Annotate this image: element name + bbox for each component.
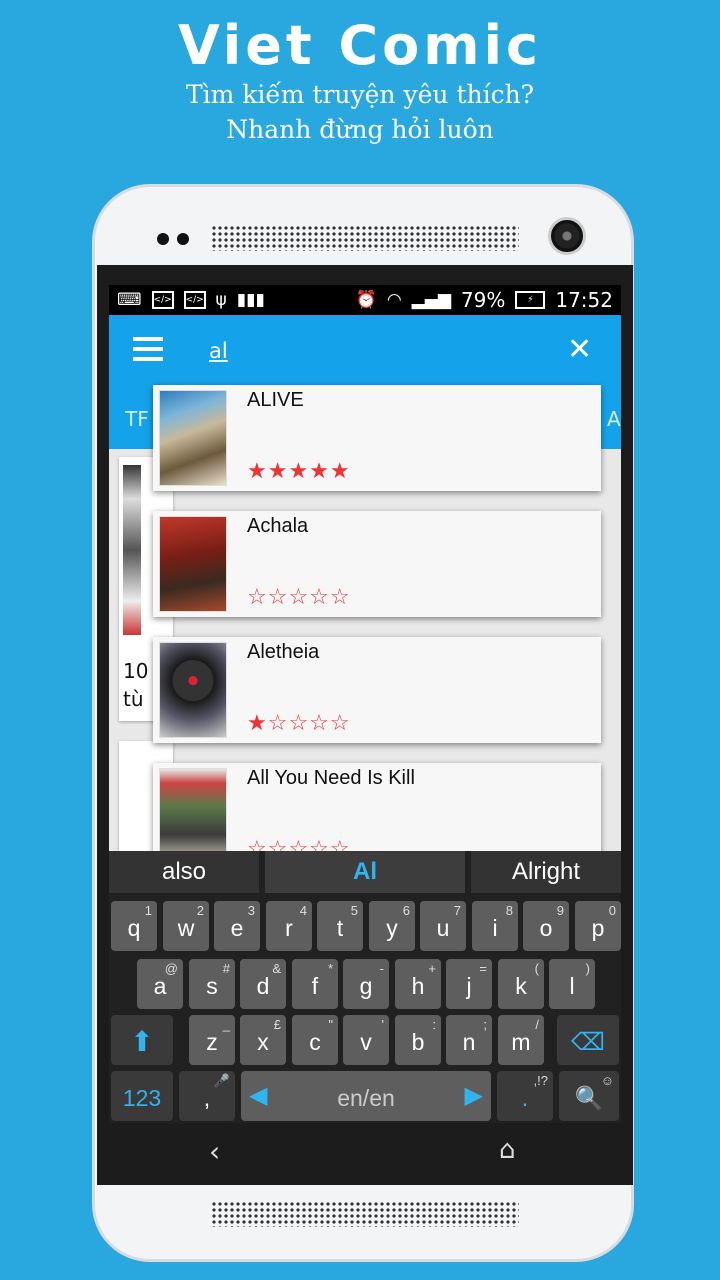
suggestion-also[interactable]: also (109, 851, 259, 893)
key-v[interactable]: v ' (343, 1015, 389, 1065)
suggestion-alright[interactable]: Alright (471, 851, 621, 893)
backspace-key[interactable]: ⌫ (557, 1015, 619, 1065)
back-icon[interactable]: ‹ (209, 1135, 220, 1168)
key-o[interactable]: o9 (523, 901, 569, 951)
hamburger-menu-icon[interactable] (133, 337, 163, 361)
card-text: 10 (123, 659, 149, 683)
search-icon: 🔍 (574, 1085, 604, 1111)
key-u[interactable]: u7 (420, 901, 466, 951)
result-title: ALIVE (247, 389, 304, 411)
rating-stars: ★★★★★ (247, 459, 351, 484)
promo-subtitle-line1: Tìm kiếm truyện yêu thích? (185, 80, 535, 109)
comic-cover (159, 516, 227, 612)
rating-stars: ☆☆☆☆☆ (247, 837, 351, 852)
key-x[interactable]: x £ (240, 1015, 286, 1065)
key-r[interactable]: r4 (266, 901, 312, 951)
arrow-left-icon: ◀ (249, 1082, 268, 1109)
promo-title: Viet Comic (177, 14, 543, 77)
key-z[interactable]: z _ (189, 1015, 235, 1065)
emoji-icon: ☺ (600, 1073, 614, 1088)
shift-key[interactable]: ⬆ (111, 1015, 173, 1065)
navigation-bar: ‹ ⌂ (109, 1123, 621, 1183)
home-icon[interactable]: ⌂ (499, 1135, 516, 1165)
microphone-icon: 🎤 (213, 1073, 230, 1088)
key-i[interactable]: i8 (472, 901, 518, 951)
key-b[interactable]: b: (395, 1015, 441, 1065)
key-c[interactable]: c " (292, 1015, 338, 1065)
shift-arrow-icon: ⬆ (130, 1026, 154, 1057)
search-result-item[interactable]: ALIVE ★★★★★ (153, 385, 601, 491)
result-title: Aletheia (247, 641, 320, 663)
result-title: All You Need Is Kill (247, 767, 415, 789)
key-s[interactable]: s # (189, 959, 235, 1009)
top-speaker (211, 225, 519, 251)
rating-stars: ★☆☆☆☆ (247, 711, 351, 736)
key-m[interactable]: m / (498, 1015, 544, 1065)
clock: 17:52 (555, 288, 613, 312)
comma-key[interactable]: , 🎤 (179, 1071, 235, 1121)
phone-screen: ⌨ </> </> ψ ▮▮▮ ⏰ ◠ ▂▄▆ 79% ⚡ 17:52 al ✕… (97, 265, 633, 1185)
wifi-icon: ◠ (386, 290, 402, 310)
tab-right[interactable]: Al (607, 407, 621, 431)
barcode-icon: ▮▮▮ (236, 290, 265, 310)
card-text: tù (123, 687, 144, 711)
promo-subtitle-line2: Nhanh đừng hỏi luôn (226, 115, 494, 144)
code-icon: </> (183, 291, 206, 309)
rating-stars: ☆☆☆☆☆ (247, 585, 351, 610)
numbers-key[interactable]: 123 (111, 1071, 173, 1121)
key-n[interactable]: n; (446, 1015, 492, 1065)
key-f[interactable]: f * (292, 959, 338, 1009)
keyboard-icon: ⌨ (117, 290, 142, 310)
key-w[interactable]: w2 (163, 901, 209, 951)
soft-keyboard: also Al Alright q1 w2 e3 r4 t5 y6 u7 i8 … (109, 851, 621, 1123)
tab-left[interactable]: TF (125, 407, 149, 431)
comic-cover (123, 465, 141, 635)
code-icon: </> (151, 291, 174, 309)
usb-icon: ψ (215, 290, 227, 310)
search-key[interactable]: 🔍 ☺ (559, 1071, 619, 1121)
sensor-dot (177, 233, 189, 245)
search-result-item[interactable]: Achala ☆☆☆☆☆ (153, 511, 601, 617)
arrow-right-icon: ▶ (464, 1082, 483, 1109)
comic-cover (159, 642, 227, 738)
period-key[interactable]: .,!? (497, 1071, 553, 1121)
result-title: Achala (247, 515, 309, 537)
battery-percent: 79% (460, 288, 506, 312)
status-bar: ⌨ </> </> ψ ▮▮▮ ⏰ ◠ ▂▄▆ 79% ⚡ 17:52 (109, 285, 621, 315)
search-result-item[interactable]: Aletheia ★☆☆☆☆ (153, 637, 601, 743)
key-t[interactable]: t5 (317, 901, 363, 951)
close-icon[interactable]: ✕ (567, 333, 592, 367)
front-camera (548, 217, 586, 255)
key-e[interactable]: e3 (214, 901, 260, 951)
app-content: al ✕ TF Al 10 tù ALIVE ★★★★★ Achala ☆☆☆☆… (109, 315, 621, 851)
sensor-dot (157, 233, 169, 245)
search-result-item[interactable]: All You Need Is Kill ☆☆☆☆☆ (153, 763, 601, 851)
signal-icon: ▂▄▆ (411, 290, 451, 310)
key-h[interactable]: h + (395, 959, 441, 1009)
bottom-speaker (211, 1201, 519, 1227)
phone-frame: ⌨ </> </> ψ ▮▮▮ ⏰ ◠ ▂▄▆ 79% ⚡ 17:52 al ✕… (92, 184, 634, 1262)
search-input[interactable]: al (209, 339, 228, 363)
key-k[interactable]: k( (498, 959, 544, 1009)
comic-cover (159, 768, 227, 851)
key-y[interactable]: y6 (369, 901, 415, 951)
key-j[interactable]: j = (446, 959, 492, 1009)
comic-cover (159, 390, 227, 486)
key-p[interactable]: p0 (575, 901, 621, 951)
key-g[interactable]: g- (343, 959, 389, 1009)
backspace-icon: ⌫ (571, 1029, 605, 1056)
key-l[interactable]: l) (549, 959, 595, 1009)
battery-icon: ⚡ (515, 291, 546, 309)
alarm-icon: ⏰ (355, 290, 377, 310)
key-q[interactable]: q1 (111, 901, 157, 951)
space-key[interactable]: ◀ en/en ▶ (241, 1071, 491, 1121)
key-a[interactable]: a @ (137, 959, 183, 1009)
suggestion-al[interactable]: Al (265, 851, 465, 893)
key-d[interactable]: d & (240, 959, 286, 1009)
